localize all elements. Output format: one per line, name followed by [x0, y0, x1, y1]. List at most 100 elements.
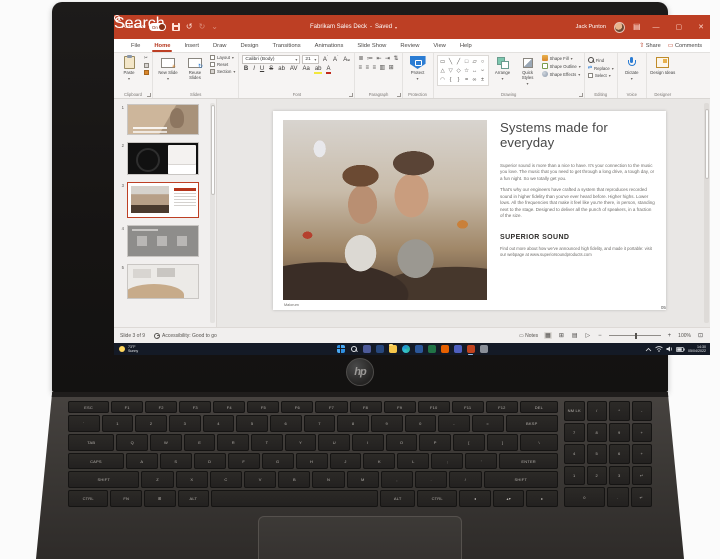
zoom-slider-thumb[interactable]: [634, 332, 638, 339]
cut-button[interactable]: ✂: [144, 55, 149, 61]
taskbar-icon-file-explorer[interactable]: [388, 344, 397, 353]
shape-option[interactable]: =: [463, 75, 471, 84]
titlebar-overflow-icon[interactable]: ⌄: [211, 23, 218, 31]
slide-thumbnail-4[interactable]: [127, 225, 199, 257]
slideshow-button[interactable]: ▷: [585, 332, 592, 339]
shape-outline-button[interactable]: Shape Outline ▾: [541, 63, 581, 69]
tab-transitions[interactable]: Transitions: [266, 39, 308, 52]
decrease-indent-button[interactable]: ⇤: [376, 56, 381, 62]
tab-review[interactable]: Review: [393, 39, 426, 52]
saved-state[interactable]: Saved: [375, 24, 392, 30]
shape-option[interactable]: ☆: [463, 66, 471, 75]
section-button[interactable]: Section ▾: [210, 69, 235, 74]
underline-button[interactable]: U: [258, 66, 265, 72]
tab-draw[interactable]: Draw: [206, 39, 234, 52]
tab-slide-show[interactable]: Slide Show: [350, 39, 393, 52]
taskbar-icon-task-view[interactable]: [362, 345, 371, 353]
tab-animations[interactable]: Animations: [308, 39, 351, 52]
accessibility-checker[interactable]: Accessibility: Good to go: [154, 332, 217, 339]
battery-icon[interactable]: [676, 346, 685, 352]
taskbar-icon-firefox[interactable]: [440, 345, 449, 353]
system-tray[interactable]: 14:30 05/04/2022: [645, 345, 706, 354]
document-title[interactable]: Fabrikam Sales Deck: [310, 24, 367, 30]
speaker-icon[interactable]: [666, 346, 673, 352]
shape-option[interactable]: ◠: [439, 75, 447, 84]
font-size-select[interactable]: 21 ▾: [302, 55, 320, 64]
shape-option[interactable]: {: [447, 75, 455, 84]
current-slide[interactable]: Malorum Systems made for everyday Superi…: [273, 111, 666, 310]
drawing-dialog-launcher[interactable]: [578, 93, 583, 97]
wifi-icon[interactable]: [655, 346, 663, 352]
find-button[interactable]: Find: [587, 57, 614, 63]
font-color-button[interactable]: A: [325, 66, 332, 74]
shape-option[interactable]: ▱: [471, 57, 479, 66]
increase-font-size-button[interactable]: Aˆ: [321, 55, 329, 63]
align-right-button[interactable]: ≡: [372, 65, 376, 71]
slide-counter[interactable]: Slide 3 of 9: [120, 333, 145, 339]
text-shadow-button[interactable]: ab: [277, 66, 287, 72]
shape-option[interactable]: ◇: [455, 66, 463, 75]
reset-button[interactable]: Reset: [210, 62, 235, 67]
columns-button[interactable]: ▥: [379, 65, 385, 71]
font-name-select[interactable]: Calibri (Body) ▾: [242, 55, 301, 64]
zoom-level[interactable]: 100%: [678, 333, 691, 339]
clear-formatting-button[interactable]: A𝄪: [342, 57, 352, 63]
line-spacing-button[interactable]: ⇅: [394, 56, 399, 62]
undo-icon[interactable]: ↺: [186, 23, 193, 31]
restore-button[interactable]: ▢: [672, 23, 687, 31]
font-dialog-launcher[interactable]: [349, 93, 354, 97]
comments-button[interactable]: ▭ Comments: [668, 42, 702, 49]
numbering-button[interactable]: ≔: [367, 56, 373, 62]
fit-to-window-button[interactable]: ⊡: [697, 332, 704, 339]
bold-button[interactable]: B: [242, 66, 249, 72]
shape-option[interactable]: ±: [479, 75, 487, 84]
normal-view-button[interactable]: ▦: [544, 332, 552, 339]
clipboard-dialog-launcher[interactable]: [147, 93, 151, 97]
tab-help[interactable]: Help: [453, 39, 479, 52]
slide-thumbnail-1[interactable]: [127, 104, 199, 135]
slide-thumbnail-5[interactable]: [127, 264, 199, 299]
taskbar-clock[interactable]: 14:30 05/04/2022: [688, 345, 706, 354]
shape-option[interactable]: ▽: [447, 66, 455, 75]
taskbar-icon-powerpoint[interactable]: [466, 345, 475, 355]
user-name[interactable]: Jack Punton: [576, 24, 606, 30]
shape-option[interactable]: }: [455, 75, 463, 84]
taskbar-icon-edge[interactable]: [401, 345, 410, 353]
tab-insert[interactable]: Insert: [177, 39, 206, 52]
title-caret-icon[interactable]: ▾: [395, 25, 397, 30]
taskbar-icon-photos[interactable]: [375, 345, 384, 353]
tab-design[interactable]: Design: [233, 39, 265, 52]
align-left-button[interactable]: ≡: [358, 65, 362, 71]
shape-option[interactable]: ╱: [455, 57, 463, 66]
zoom-out-button[interactable]: −: [597, 333, 603, 339]
zoom-slider[interactable]: [608, 332, 661, 339]
slide-thumbnail-2[interactable]: [127, 142, 199, 175]
tab-home[interactable]: Home: [147, 39, 177, 52]
ribbon-display-options-icon[interactable]: ▤: [633, 23, 641, 31]
shape-effects-button[interactable]: Shape Effects ▾: [541, 71, 581, 77]
tab-view[interactable]: View: [426, 39, 452, 52]
slide-sorter-view-button[interactable]: ⊞: [558, 332, 565, 339]
shape-option[interactable]: ○: [479, 57, 487, 66]
character-spacing-button[interactable]: AV: [288, 66, 299, 72]
smartart-button[interactable]: ⊞: [389, 65, 394, 71]
canvas-scrollbar[interactable]: [704, 103, 709, 323]
design-ideas-button[interactable]: Design Ideas: [650, 55, 676, 75]
weather-widget[interactable]: 73°F Sunny: [119, 345, 138, 354]
shape-fill-button[interactable]: Shape Fill ▾: [541, 55, 581, 61]
taskbar-icon-excel[interactable]: [427, 345, 436, 353]
paragraph-dialog-launcher[interactable]: [396, 93, 401, 97]
quick-styles-button[interactable]: Quick Styles ▾: [517, 55, 539, 86]
protect-button[interactable]: Protect ▾: [406, 55, 430, 81]
italic-button[interactable]: I: [252, 66, 257, 72]
shape-option[interactable]: △: [439, 66, 447, 75]
taskbar-icon-search[interactable]: [350, 345, 358, 353]
zoom-in-button[interactable]: +: [667, 333, 673, 339]
new-slide-button[interactable]: New Slide▾: [156, 55, 180, 81]
dictate-button[interactable]: Dictate ▾: [621, 55, 643, 81]
shape-option[interactable]: ╲: [447, 57, 455, 66]
taskbar-icon-settings[interactable]: [479, 345, 488, 353]
highlight-color-button[interactable]: ab: [313, 66, 323, 74]
taskbar-icon-start[interactable]: [336, 345, 345, 353]
increase-indent-button[interactable]: ⇥: [385, 56, 390, 62]
